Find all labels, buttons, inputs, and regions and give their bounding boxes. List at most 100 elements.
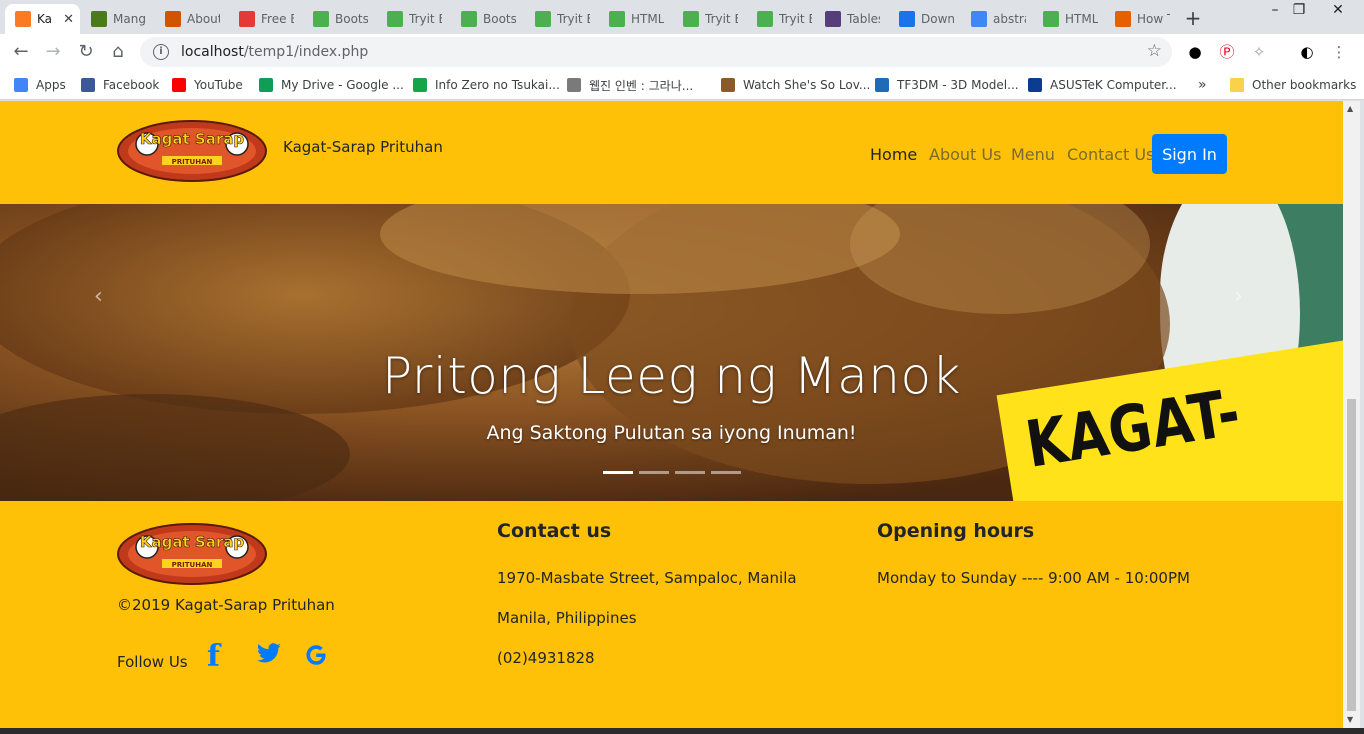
browser-tab[interactable]: Free E xyxy=(229,4,300,34)
scroll-down-icon[interactable]: ▼ xyxy=(1347,715,1353,724)
tab-title: Free E xyxy=(261,12,294,26)
tab-title: Tryit E xyxy=(409,12,442,26)
browser-tab[interactable]: Down xyxy=(889,4,960,34)
w3-icon xyxy=(535,11,551,27)
carousel-next-button[interactable]: › xyxy=(1234,284,1243,309)
carousel-indicator[interactable] xyxy=(711,471,741,474)
w3-icon xyxy=(1043,11,1059,27)
reload-icon[interactable]: ↻ xyxy=(74,40,98,64)
bookmarks-bar: Apps Facebook YouTube My Drive - Google ...… xyxy=(0,70,1364,100)
tab-title: Mang xyxy=(113,12,146,26)
carousel-indicator[interactable] xyxy=(675,471,705,474)
window-close-button[interactable]: ✕ xyxy=(1328,2,1348,18)
bookmark-item[interactable]: My Drive - Google ... xyxy=(259,76,404,94)
page-scrollbar[interactable]: ▲ ▼ xyxy=(1343,101,1360,728)
download-icon xyxy=(899,11,915,27)
browser-tab[interactable]: How T xyxy=(1105,4,1176,34)
os-taskbar xyxy=(0,728,1364,734)
footer-logo: Kagat Sarap PRITUHAN xyxy=(117,523,267,585)
bookmark-label: Watch She's So Lov... xyxy=(743,78,871,92)
copyright-text: ©2019 Kagat-Sarap Prituhan xyxy=(117,596,335,614)
browser-tab[interactable]: Ka ✕ xyxy=(5,4,80,34)
browser-tab[interactable]: About xyxy=(155,4,226,34)
tab-title: Bootst xyxy=(335,12,368,26)
browser-tab[interactable]: Tryit E xyxy=(525,4,596,34)
bookmark-star-icon[interactable]: ☆ xyxy=(1147,41,1162,61)
folder-icon xyxy=(1230,78,1244,92)
browser-tab[interactable]: Tryit E xyxy=(377,4,448,34)
scrollbar-thumb[interactable] xyxy=(1347,399,1356,711)
nav-about-us[interactable]: About Us xyxy=(929,145,1001,164)
bookmark-item[interactable]: Watch She's So Lov... xyxy=(721,76,870,94)
more-bookmarks-button[interactable]: » xyxy=(1198,76,1207,94)
carousel-indicator[interactable] xyxy=(639,471,669,474)
browser-tab[interactable]: Tryit E xyxy=(673,4,744,34)
bookmark-item[interactable]: ASUSTeK Computer... xyxy=(1028,76,1177,94)
bookmark-label: ASUSTeK Computer... xyxy=(1050,78,1177,92)
minimize-button[interactable]: – xyxy=(1265,2,1285,18)
tab-title: abstra xyxy=(993,12,1026,26)
bookmark-item[interactable]: TF3DM - 3D Model... xyxy=(875,76,1019,94)
browser-tab[interactable]: Tables xyxy=(815,4,886,34)
bookmark-item[interactable]: Apps xyxy=(14,76,66,94)
sign-in-button[interactable]: Sign In xyxy=(1152,134,1227,174)
site-info-icon[interactable]: i xyxy=(153,44,169,60)
browser-tab[interactable]: HTML xyxy=(1033,4,1104,34)
bootstrap-icon xyxy=(825,11,841,27)
nav-home[interactable]: Home xyxy=(870,145,917,164)
url-host: localhost xyxy=(181,44,244,60)
forward-icon[interactable]: → xyxy=(41,40,65,64)
google-icon[interactable] xyxy=(303,642,329,672)
other-bookmarks-folder[interactable]: Other bookmarks xyxy=(1230,76,1356,94)
address-bar[interactable]: i localhost/temp1/index.php ☆ xyxy=(140,37,1172,67)
w3-icon xyxy=(313,11,329,27)
bookmark-item[interactable]: 웹진 인벤 : 그라나... xyxy=(567,76,693,94)
twitter-icon[interactable] xyxy=(256,643,282,669)
browser-tab[interactable]: abstra xyxy=(961,4,1032,34)
xampp-icon xyxy=(15,11,31,27)
bookmark-item[interactable]: Facebook xyxy=(81,76,159,94)
browser-tab[interactable]: Bootst xyxy=(303,4,374,34)
tab-title: Down xyxy=(921,12,954,26)
bookmark-label: YouTube xyxy=(194,78,243,92)
scroll-up-icon[interactable]: ▲ xyxy=(1347,104,1353,113)
profile-avatar[interactable]: ◐ xyxy=(1297,42,1317,62)
home-icon[interactable]: ⌂ xyxy=(106,40,130,64)
footer-logo-text: Kagat Sarap xyxy=(140,533,244,551)
extension-icon[interactable]: ● xyxy=(1185,42,1205,62)
logo-text: Kagat Sarap xyxy=(140,130,244,148)
footer-logo-subtext: PRITUHAN xyxy=(172,561,213,569)
bookmark-item[interactable]: YouTube xyxy=(172,76,243,94)
site-header: Kagat Sarap PRITUHAN Kagat-Sarap Prituha… xyxy=(0,101,1343,204)
menu-kebab-icon[interactable]: ⋮ xyxy=(1329,42,1349,62)
carousel-prev-button[interactable]: ‹ xyxy=(94,284,103,309)
site-logo[interactable]: Kagat Sarap PRITUHAN xyxy=(117,120,267,182)
carousel-indicator[interactable] xyxy=(603,471,633,474)
address-line-2: Manila, Philippines xyxy=(497,609,637,627)
facebook-icon xyxy=(81,78,95,92)
nav-menu[interactable]: Menu xyxy=(1011,145,1055,164)
facebook-icon[interactable]: f xyxy=(207,639,220,674)
browser-tab[interactable]: Bootst xyxy=(451,4,522,34)
kagat-icon xyxy=(165,11,181,27)
bookmark-label: Facebook xyxy=(103,78,160,92)
browser-tab[interactable]: Tryit E xyxy=(747,4,818,34)
follow-us-label: Follow Us xyxy=(117,653,188,671)
url-path: /temp1/index.php xyxy=(243,44,369,60)
brand-name[interactable]: Kagat-Sarap Prituhan xyxy=(283,138,443,156)
back-icon[interactable]: ← xyxy=(9,40,33,64)
browser-tab[interactable]: Mang xyxy=(81,4,152,34)
bookmark-item[interactable]: Info Zero no Tsukai... xyxy=(413,76,560,94)
extension-puzzle-icon[interactable]: ✧ xyxy=(1249,42,1269,62)
new-tab-button[interactable]: + xyxy=(1183,6,1203,30)
browser-toolbar: ← → ↻ ⌂ i localhost/temp1/index.php ☆ ● … xyxy=(0,34,1364,70)
hero-carousel: KAGAT- ‹ › Pritong Leeg ng Manok Ang Sak… xyxy=(0,204,1343,501)
nav-contact-us[interactable]: Contact Us xyxy=(1067,145,1154,164)
web-page: Kagat Sarap PRITUHAN Kagat-Sarap Prituha… xyxy=(0,101,1343,728)
browser-tab[interactable]: HTML xyxy=(599,4,670,34)
pinterest-icon[interactable]: Ⓟ xyxy=(1217,42,1237,62)
bookmark-label: My Drive - Google ... xyxy=(281,78,404,92)
tab-close-icon[interactable]: ✕ xyxy=(63,12,74,27)
maximize-button[interactable]: ❐ xyxy=(1289,2,1309,18)
tab-title: Tryit E xyxy=(779,12,812,26)
